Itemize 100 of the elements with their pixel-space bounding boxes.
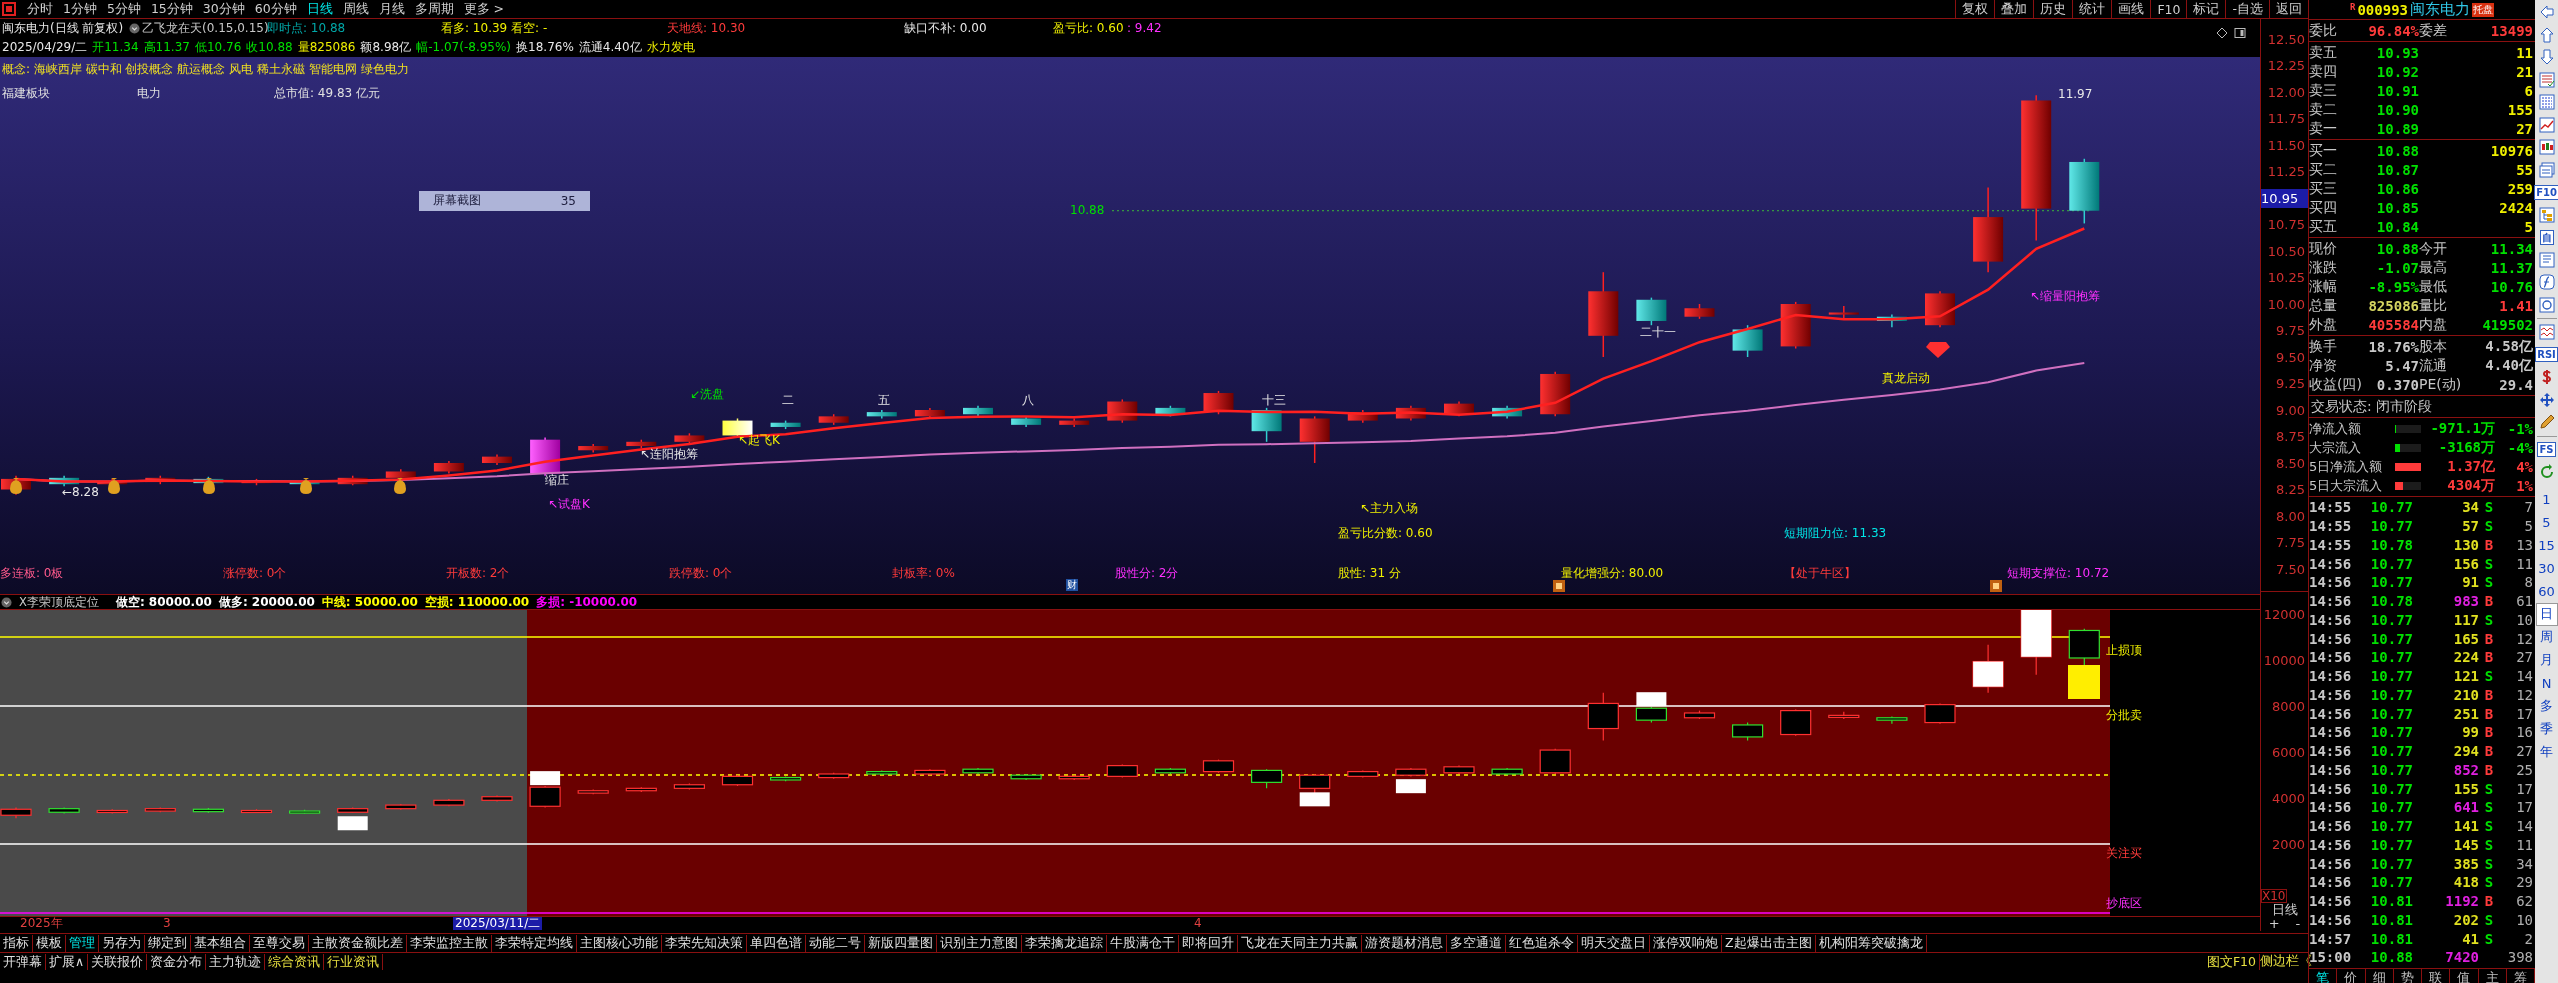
bottom-link[interactable]: 资金分布 (147, 953, 207, 970)
period-button[interactable]: 5 (2535, 510, 2558, 534)
indicator-tab[interactable]: 模板 (33, 934, 66, 952)
screenshot-tag[interactable]: 屏幕截图 35 (419, 190, 590, 211)
bottom-link[interactable]: 开弹幕 (0, 953, 46, 970)
indicator-tab[interactable]: Z起爆出击主图 (1722, 934, 1816, 952)
panel-tab[interactable]: 势 (2393, 968, 2422, 983)
bottom-link[interactable]: 图文F10 (2203, 953, 2260, 970)
tree-icon[interactable] (2538, 206, 2555, 223)
panel-tab[interactable]: 主 (2478, 968, 2507, 983)
toolbar-button[interactable]: 统计 (2072, 0, 2112, 18)
indicator-tab[interactable]: 多空通道 (1447, 934, 1506, 952)
indicator-tab[interactable]: 基本组合 (191, 934, 250, 952)
period-tab[interactable]: 分时 (22, 0, 58, 18)
indicator-tab[interactable]: 另存为 (99, 934, 145, 952)
list-icon[interactable] (2538, 161, 2555, 178)
indicator-tab[interactable]: 李荣监控主散 (407, 934, 492, 952)
indicator-tab[interactable]: 绑定到 (145, 934, 191, 952)
indicator-tab[interactable]: 识别主力意图 (937, 934, 1022, 952)
indicator-tab[interactable]: 游资题材消息 (1362, 934, 1447, 952)
refresh-icon[interactable] (2538, 464, 2555, 481)
bottom-link[interactable]: 综合资讯 (265, 953, 325, 970)
period-button[interactable]: 30 (2535, 556, 2558, 580)
indicator-tab[interactable]: 李荣特定均线 (492, 934, 577, 952)
dropdown-icon[interactable] (129, 22, 140, 34)
document-icon[interactable] (2538, 251, 2555, 268)
toolbar-button[interactable]: 叠加 (1994, 0, 2034, 18)
zoom-in-button[interactable]: + (2268, 917, 2280, 931)
period-button[interactable]: 60 (2535, 579, 2558, 603)
move-icon[interactable] (2538, 391, 2555, 408)
toolbar-button[interactable]: 返回 (2269, 0, 2308, 18)
toolbar-button[interactable]: 历史 (2033, 0, 2073, 18)
period-tab[interactable]: 1分钟 (58, 0, 102, 18)
indicator-tab[interactable]: 牛股满仓干 (1107, 934, 1179, 952)
panel-tab[interactable]: 联 (2422, 968, 2451, 983)
indicator-tab[interactable]: 新版四量图 (865, 934, 937, 952)
indicator-tab[interactable]: 涨停双响炮 (1650, 934, 1722, 952)
bottom-link[interactable]: 扩展∧ (46, 953, 89, 970)
indicator-tab[interactable]: 机构阳筹突破擒龙 (1815, 934, 1927, 952)
indicator-tab[interactable]: 即将回升 (1179, 934, 1238, 952)
toolbar-button[interactable]: F10 (2150, 0, 2187, 18)
period-button[interactable]: 年 (2535, 740, 2558, 764)
bottom-link[interactable]: 行业资讯 (324, 953, 384, 970)
formula-icon[interactable] (2538, 274, 2555, 291)
bottom-link[interactable]: 主力轨迹 (206, 953, 266, 970)
wave-icon[interactable] (2538, 324, 2555, 341)
tool-button[interactable]: FS (2537, 442, 2556, 458)
period-tab[interactable]: 周线 (337, 0, 374, 18)
indicator-tab[interactable]: 主图核心功能 (577, 934, 662, 952)
period-button[interactable]: 多 (2535, 694, 2558, 718)
period-button[interactable]: 1 (2535, 487, 2558, 511)
indicator-tab[interactable]: 飞龙在天同主力共赢 (1238, 934, 1362, 952)
toolbar-button[interactable]: -自选 (2225, 0, 2269, 18)
period-tab[interactable]: 30分钟 (197, 0, 250, 18)
toolbar-button[interactable]: 复权 (1955, 0, 1995, 18)
period-tab[interactable]: 更多 > (458, 0, 510, 18)
indicator-tab[interactable]: 指标 (0, 934, 33, 952)
period-button[interactable]: N (2535, 671, 2558, 695)
candlestick-icon[interactable] (2538, 139, 2555, 156)
tool-button[interactable]: RSI (2535, 347, 2558, 363)
grid-icon[interactable] (2538, 94, 2555, 111)
app-icon[interactable] (2, 2, 16, 16)
zoom-out-button[interactable]: - (2295, 917, 2301, 931)
toolbar-button[interactable]: 画线 (2111, 0, 2151, 18)
indicator-tab[interactable]: 红色追杀令 (1506, 934, 1578, 952)
period-button[interactable]: 季 (2535, 717, 2558, 741)
pencil-icon[interactable] (2538, 414, 2555, 431)
indicator-tab[interactable]: 李荣先知决策 (662, 934, 747, 952)
period-button[interactable]: 月 (2535, 648, 2558, 672)
indicator-tab[interactable]: 李荣擒龙追踪 (1022, 934, 1107, 952)
indicator-tab[interactable]: 动能二号 (806, 934, 865, 952)
indicator-tab[interactable]: 单四色谱 (747, 934, 806, 952)
period-tab[interactable]: 60分钟 (249, 0, 302, 18)
panel-tab[interactable]: 值 (2450, 968, 2479, 983)
tool-button[interactable]: F10 (2534, 184, 2558, 200)
diamond-icon[interactable] (2216, 27, 2228, 39)
period-button[interactable]: 周 (2535, 625, 2558, 649)
period-tab[interactable]: 5分钟 (101, 0, 146, 18)
indicator-tab[interactable]: 明天交盘日 (1578, 934, 1650, 952)
panel-tab[interactable]: 价 (2337, 968, 2366, 983)
period-button[interactable]: 15 (2535, 533, 2558, 557)
panel-tab[interactable]: 细 (2365, 968, 2394, 983)
panel-icon[interactable] (2234, 27, 2246, 39)
bottom-link[interactable]: 关联报价 (88, 953, 148, 970)
tool-button[interactable]: 自 (2539, 229, 2554, 245)
table-icon[interactable] (2538, 71, 2555, 88)
period-button[interactable]: 日线 (2261, 903, 2308, 917)
down-arrow-icon[interactable] (2538, 49, 2555, 66)
toolbar-button[interactable]: 标记 (2186, 0, 2226, 18)
up-arrow-icon[interactable] (2538, 26, 2555, 43)
indicator-tab[interactable]: 主散资金额比差 (309, 934, 407, 952)
period-tab[interactable]: 多周期 (409, 0, 459, 18)
line-chart-icon[interactable] (2538, 116, 2555, 133)
panel-tab[interactable]: 笔 (2309, 968, 2338, 983)
indicator-tab[interactable]: 管理 (66, 934, 99, 952)
left-arrow-icon[interactable] (2538, 4, 2555, 21)
period-tab[interactable]: 月线 (373, 0, 410, 18)
period-tab[interactable]: 15分钟 (145, 0, 198, 18)
period-tab[interactable]: 日线 (301, 0, 338, 18)
dropdown-icon[interactable] (1, 596, 12, 608)
